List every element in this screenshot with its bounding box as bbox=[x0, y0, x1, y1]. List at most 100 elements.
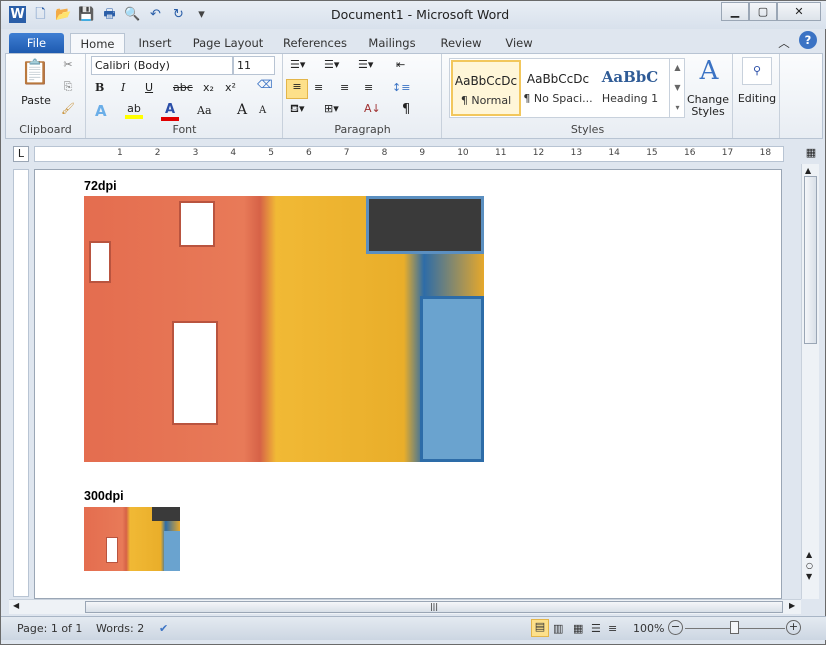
tab-insert[interactable]: Insert bbox=[133, 33, 177, 53]
web-layout-icon[interactable]: ▦ bbox=[573, 622, 583, 635]
format-painter-icon[interactable]: 🖌 bbox=[60, 102, 76, 115]
cut-icon[interactable]: ✂ bbox=[60, 58, 76, 71]
font-name-select[interactable]: Calibri (Body) bbox=[91, 56, 233, 75]
ruler-number: 2 bbox=[154, 148, 161, 158]
grow-font-button[interactable]: A bbox=[237, 102, 247, 118]
multilevel-list-icon[interactable]: ☰▾ bbox=[358, 58, 373, 71]
scroll-up-icon[interactable]: ▲ bbox=[805, 166, 811, 175]
ruler-number: 12 bbox=[532, 148, 545, 158]
document-page[interactable]: 72dpi 300dpi bbox=[34, 169, 782, 599]
bold-button[interactable]: B bbox=[95, 81, 104, 94]
horizontal-scrollbar[interactable]: ◀ ||| ▶ bbox=[9, 599, 801, 614]
decrease-indent-icon[interactable]: ⇤ bbox=[396, 58, 405, 71]
undo-icon[interactable]: ↶ bbox=[147, 6, 164, 23]
tab-selector[interactable]: L bbox=[13, 146, 29, 162]
style-heading-1[interactable]: AaBbC Heading 1 bbox=[595, 60, 665, 116]
numbering-icon[interactable]: ☰▾ bbox=[324, 58, 339, 71]
editing-group: ⚲ Editing bbox=[734, 54, 780, 138]
align-right-button[interactable]: ≡ bbox=[340, 81, 349, 94]
outline-view-icon[interactable]: ☰ bbox=[591, 622, 601, 635]
print-preview-icon[interactable]: 🔍 bbox=[124, 6, 141, 23]
image-300dpi[interactable] bbox=[84, 507, 180, 571]
shrink-font-button[interactable]: A bbox=[259, 105, 266, 116]
zoom-in-button[interactable]: + bbox=[786, 620, 801, 635]
close-button[interactable]: ✕ bbox=[777, 2, 821, 21]
font-size-select[interactable]: 11 bbox=[233, 56, 275, 75]
tab-file[interactable]: File bbox=[9, 33, 64, 53]
word-icon[interactable]: W bbox=[9, 6, 26, 23]
horizontal-scroll-thumb[interactable]: ||| bbox=[85, 601, 783, 613]
scroll-right-icon[interactable]: ▶ bbox=[789, 601, 795, 610]
align-left-button[interactable]: ≡ bbox=[286, 79, 308, 99]
customize-icon[interactable]: ▾ bbox=[193, 6, 210, 23]
status-bar: Page: 1 of 1 Words: 2 ✔ ▤ ▥ ▦ ☰ ≡ 100% −… bbox=[1, 616, 826, 640]
tab-mailings[interactable]: Mailings bbox=[365, 33, 419, 53]
change-styles-button[interactable]: Change Styles bbox=[683, 94, 733, 118]
highlight-icon[interactable]: ab bbox=[125, 102, 143, 119]
vertical-scrollbar[interactable]: ▲ ▲ ○ ▼ bbox=[801, 164, 819, 599]
vertical-scroll-thumb[interactable] bbox=[804, 176, 817, 344]
line-spacing-icon[interactable]: ↕≡ bbox=[392, 81, 410, 94]
browse-object-buttons[interactable]: ▲ ○ ▼ bbox=[806, 549, 813, 582]
new-icon[interactable]: 🗋 bbox=[32, 6, 49, 23]
strikethrough-button[interactable]: abc bbox=[173, 81, 193, 94]
font-label: Font bbox=[172, 123, 197, 136]
italic-button[interactable]: I bbox=[121, 81, 125, 94]
print-layout-view-icon[interactable]: ▤ bbox=[531, 619, 549, 637]
tab-home[interactable]: Home bbox=[70, 33, 125, 53]
paste-button[interactable]: Paste bbox=[14, 94, 58, 107]
sort-icon[interactable]: A↓ bbox=[364, 102, 381, 115]
tab-review[interactable]: Review bbox=[437, 33, 485, 53]
styles-group: AaBbCcDc ¶ Normal AaBbCcDc ¶ No Spaci... A… bbox=[443, 54, 733, 138]
zoom-slider[interactable] bbox=[730, 621, 739, 634]
zoom-level[interactable]: 100% bbox=[633, 622, 664, 635]
ruler-number: 17 bbox=[721, 148, 734, 158]
ribbon: 📋 Paste ✂ ⎘ 🖌 Clipboard Calibri (Body) 1… bbox=[5, 53, 823, 139]
restore-button[interactable]: ▢ bbox=[749, 2, 777, 21]
minimize-button[interactable]: ▁ bbox=[721, 2, 749, 21]
tab-references[interactable]: References bbox=[281, 33, 349, 53]
open-icon[interactable]: 📂 bbox=[55, 6, 72, 23]
bullets-icon[interactable]: ☰▾ bbox=[290, 58, 305, 71]
print-icon[interactable]: 🖶 bbox=[101, 6, 118, 23]
save-icon[interactable]: 💾 bbox=[78, 6, 95, 23]
font-color-icon[interactable]: A bbox=[161, 102, 179, 121]
word-count[interactable]: Words: 2 bbox=[96, 622, 144, 635]
style-no-spacing[interactable]: AaBbCcDc ¶ No Spaci... bbox=[523, 60, 593, 116]
show-formatting-button[interactable]: ¶ bbox=[402, 102, 410, 117]
tab-view[interactable]: View bbox=[501, 33, 537, 53]
binoculars-icon: ⚲ bbox=[742, 57, 772, 85]
proofing-icon[interactable]: ✔ bbox=[159, 622, 168, 635]
view-ruler-icon[interactable]: ▦ bbox=[803, 146, 819, 162]
scroll-left-icon[interactable]: ◀ bbox=[13, 601, 19, 610]
subscript-button[interactable]: x₂ bbox=[203, 81, 214, 94]
ruler-number: 8 bbox=[381, 148, 388, 158]
draft-view-icon[interactable]: ≡ bbox=[608, 622, 617, 635]
ruler-number: 16 bbox=[684, 148, 696, 158]
help-icon[interactable]: ? bbox=[799, 31, 817, 49]
align-center-button[interactable]: ≡ bbox=[314, 81, 323, 94]
tab-page-layout[interactable]: Page Layout bbox=[191, 33, 265, 53]
vertical-ruler[interactable] bbox=[13, 169, 29, 597]
zoom-out-button[interactable]: − bbox=[668, 620, 683, 635]
clear-formatting-icon[interactable]: ⌫ bbox=[257, 78, 273, 91]
clipboard-group: 📋 Paste ✂ ⎘ 🖌 Clipboard bbox=[6, 54, 86, 138]
minimize-ribbon-icon[interactable]: ︿ bbox=[777, 33, 791, 53]
full-screen-reading-icon[interactable]: ▥ bbox=[553, 622, 563, 635]
borders-icon[interactable]: ⊞▾ bbox=[324, 102, 339, 115]
editing-button[interactable]: Editing bbox=[734, 92, 780, 105]
ruler-number: 5 bbox=[268, 148, 274, 158]
underline-button[interactable]: U bbox=[145, 81, 153, 94]
redo-icon[interactable]: ↻ bbox=[170, 6, 187, 23]
change-case-button[interactable]: Aa bbox=[197, 104, 212, 117]
image-72dpi[interactable] bbox=[84, 196, 484, 462]
horizontal-ruler[interactable]: 1 2 3 4 5 6 7 8 9 10 11 12 13 14 15 16 17 18 bbox=[34, 146, 784, 162]
page-count[interactable]: Page: 1 of 1 bbox=[17, 622, 82, 635]
superscript-button[interactable]: x² bbox=[225, 81, 236, 94]
ruler-number: 14 bbox=[608, 148, 620, 158]
text-effects-icon[interactable]: A bbox=[95, 102, 107, 120]
justify-button[interactable]: ≡ bbox=[364, 81, 373, 94]
shading-icon[interactable]: ⛾▾ bbox=[290, 102, 305, 117]
copy-icon[interactable]: ⎘ bbox=[60, 80, 76, 94]
style-normal[interactable]: AaBbCcDc ¶ Normal bbox=[451, 60, 521, 116]
